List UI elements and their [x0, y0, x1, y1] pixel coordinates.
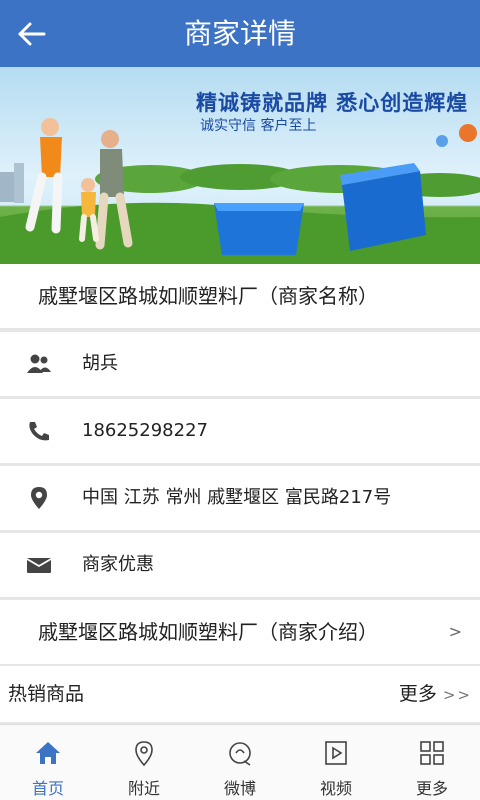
more-link-label: 更多: [398, 683, 437, 705]
merchant-name: 戚墅堰区路城如顺塑料厂（商家名称）: [38, 284, 378, 308]
home-icon: [36, 742, 60, 764]
address-row[interactable]: 中国 江苏 常州 戚墅堰区 富民路217号: [0, 466, 480, 530]
tab-weibo[interactable]: 微博: [192, 725, 288, 800]
tab-nearby-label: 附近: [127, 779, 160, 798]
phone-icon: [29, 422, 49, 441]
video-icon: [325, 741, 347, 765]
hot-products-header: 热销商品 更多 >>: [0, 666, 480, 722]
address-text: 中国 江苏 常州 戚墅堰区 富民路217号: [82, 487, 392, 508]
contact-name: 胡兵: [82, 353, 118, 374]
grid-icon: [420, 741, 444, 765]
app-header: 商家详情: [0, 0, 480, 67]
tab-nearby[interactable]: 附近: [96, 725, 192, 800]
tab-home-label: 首页: [31, 779, 64, 798]
location-pin-icon: [31, 487, 47, 509]
tab-video[interactable]: 视频: [288, 725, 384, 800]
phone-row[interactable]: 18625298227: [0, 399, 480, 463]
chevron-right-icon: >: [448, 622, 462, 641]
weibo-icon: [229, 742, 251, 766]
merchant-intro-label: 戚墅堰区路城如顺塑料厂（商家介绍）: [38, 620, 378, 644]
promo-banner[interactable]: 精诚铸就品牌 悉心创造辉煌 诚实守信 客户至上: [0, 67, 480, 264]
merchant-name-card: 戚墅堰区路城如顺塑料厂（商家名称）: [0, 264, 480, 328]
offers-row[interactable]: 商家优惠: [0, 533, 480, 597]
contact-row: 胡兵: [0, 332, 480, 396]
people-icon: [27, 354, 51, 373]
tab-home[interactable]: 首页: [0, 725, 96, 800]
merchant-intro-row[interactable]: 戚墅堰区路城如顺塑料厂（商家介绍） >: [0, 600, 480, 664]
envelope-icon: [26, 558, 52, 573]
location-icon: [135, 741, 153, 767]
tab-more-label: 更多: [415, 779, 448, 798]
offers-label: 商家优惠: [82, 554, 154, 575]
banner-slogan-sub: 诚实守信 客户至上: [200, 118, 317, 134]
double-chevron-icon: >>: [442, 686, 472, 704]
banner-slogan-main: 精诚铸就品牌 悉心创造辉煌: [196, 91, 469, 115]
bottom-tab-bar: 首页 附近 微博 视频 更多: [0, 724, 480, 800]
page-title: 商家详情: [183, 17, 296, 50]
tab-more[interactable]: 更多: [384, 725, 480, 800]
more-link[interactable]: 更多 >>: [399, 666, 472, 723]
phone-number[interactable]: 18625298227: [82, 399, 208, 463]
hot-products-title: 热销商品: [8, 683, 85, 705]
tab-video-label: 视频: [319, 779, 352, 798]
tab-weibo-label: 微博: [223, 779, 256, 798]
